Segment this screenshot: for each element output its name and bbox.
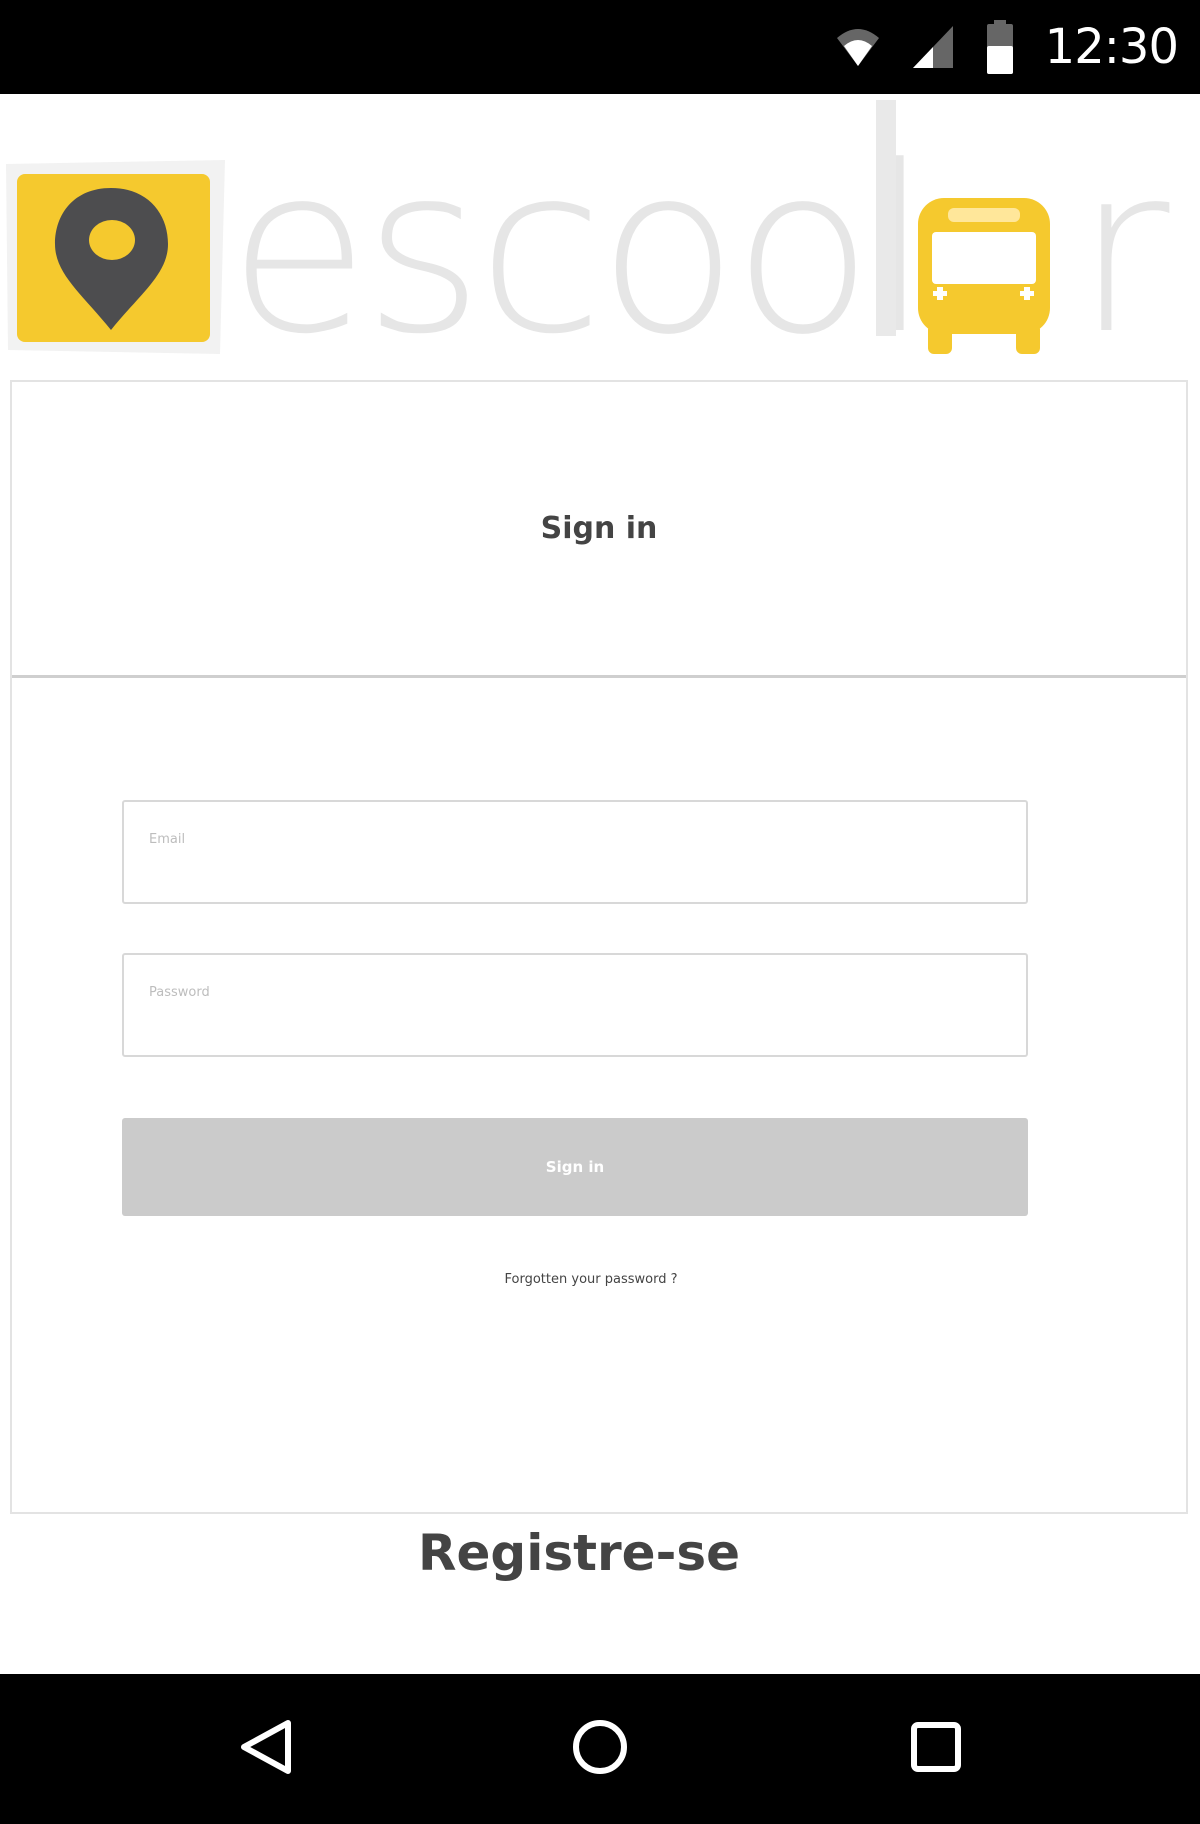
email-field[interactable]: Email [122, 800, 1028, 904]
sign-in-card: Sign in Email Password Sign in Forgotten… [10, 380, 1188, 1514]
bus-icon [918, 198, 1050, 354]
wifi-icon [835, 24, 881, 70]
home-icon [570, 1717, 630, 1782]
password-input[interactable] [147, 1007, 1007, 1045]
status-bar: 12:30 [0, 0, 1200, 94]
svg-text:escool: escool [228, 118, 925, 364]
status-clock: 12:30 [1044, 19, 1179, 75]
nav-home-button[interactable] [530, 1674, 670, 1824]
escoolar-logo: escool r [0, 94, 1200, 385]
email-input[interactable] [147, 854, 1007, 892]
battery-icon [985, 20, 1015, 74]
register-link[interactable]: Registre-se [0, 1524, 1158, 1582]
status-icons: 12:30 [835, 0, 1179, 94]
back-icon [236, 1717, 296, 1782]
password-field[interactable]: Password [122, 953, 1028, 1057]
nav-recents-button[interactable] [866, 1674, 1006, 1824]
card-title: Sign in [540, 511, 658, 546]
email-label: Email [149, 832, 186, 847]
svg-text:r: r [1075, 118, 1170, 364]
cell-signal-icon [911, 24, 955, 70]
card-header: Sign in [12, 382, 1186, 678]
navigation-bar [0, 1674, 1200, 1824]
nav-back-button[interactable] [196, 1674, 336, 1824]
recents-icon [906, 1717, 966, 1782]
password-label: Password [149, 985, 210, 1000]
forgot-password-link[interactable]: Forgotten your password ? [12, 1272, 1170, 1287]
sign-in-button[interactable]: Sign in [122, 1118, 1028, 1216]
